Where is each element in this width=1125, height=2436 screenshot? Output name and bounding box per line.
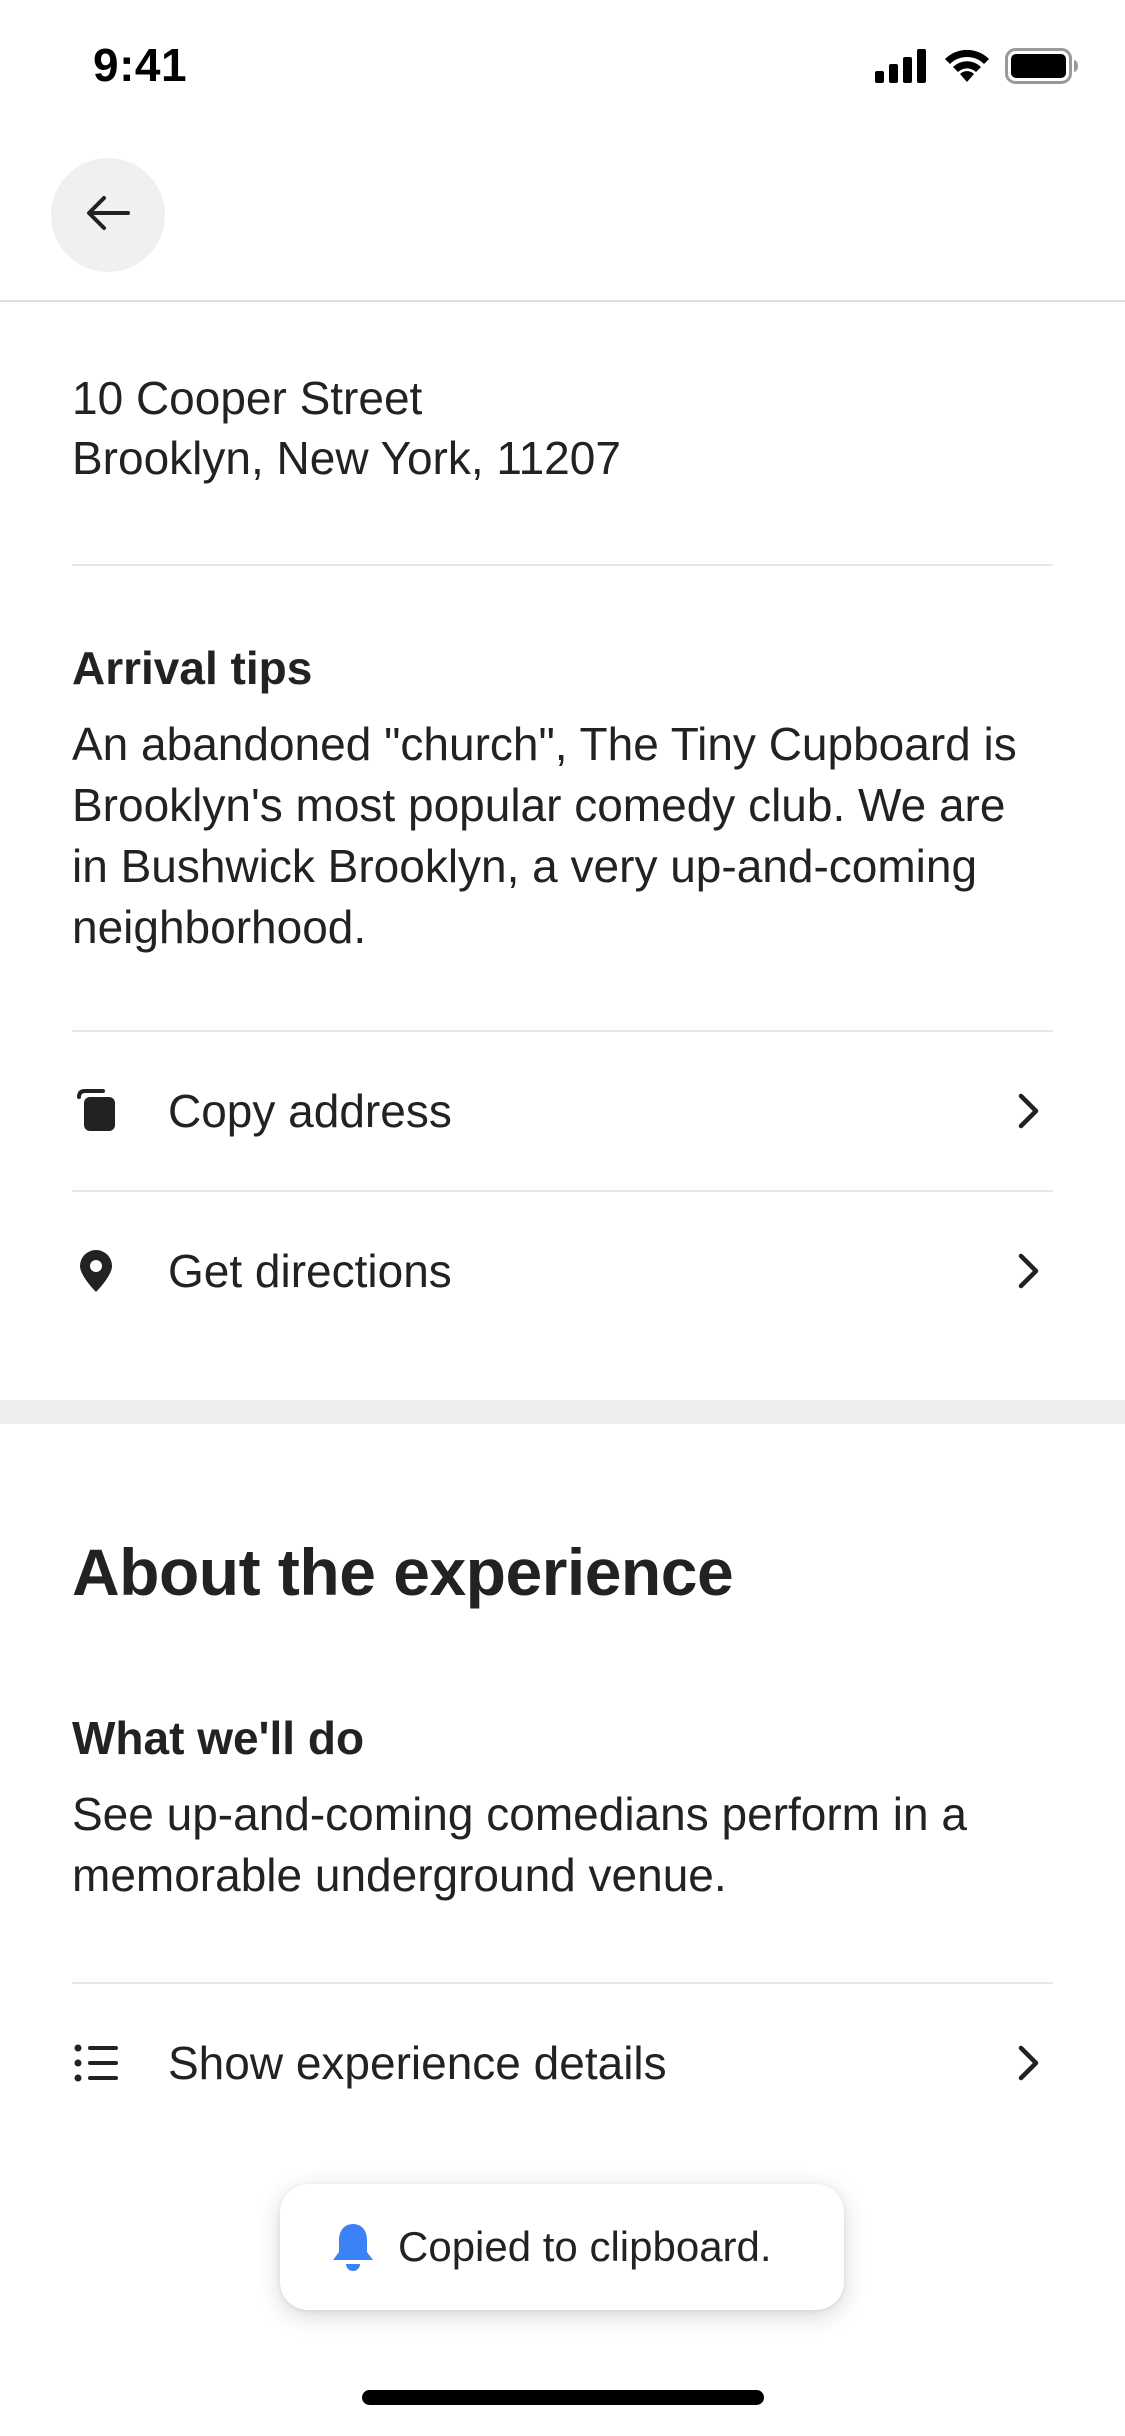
wifi-icon <box>943 48 991 89</box>
what-we-do-block: What we'll do See up-and-coming comedian… <box>72 1612 1053 1984</box>
list-icon <box>74 2041 118 2085</box>
chevron-right-icon <box>1009 2043 1049 2083</box>
map-pin-icon <box>74 1249 118 1293</box>
show-experience-details-label: Show experience details <box>168 2037 667 2089</box>
what-we-do-text: See up-and-coming comedians perform in a… <box>72 1788 967 1901</box>
chevron-right-icon <box>1009 1091 1049 1131</box>
arrow-left-icon <box>86 195 130 236</box>
bell-icon <box>330 2222 376 2272</box>
cellular-signal-icon <box>875 48 929 88</box>
toast-text: Copied to clipboard. <box>398 2223 772 2270</box>
get-directions-row[interactable]: Get directions <box>72 1192 1053 1350</box>
header <box>0 140 1125 302</box>
about-section: About the experience What we'll do See u… <box>72 1424 1053 2142</box>
address-line-2: Brooklyn, New York, 11207 <box>72 432 621 484</box>
copy-address-label: Copy address <box>168 1085 452 1137</box>
address-block: 10 Cooper Street Brooklyn, New York, 112… <box>72 300 1053 566</box>
status-bar: 9:41 <box>0 0 1125 140</box>
arrival-tips-text: An abandoned "church", The Tiny Cupboard… <box>72 718 1017 953</box>
chevron-right-icon <box>1009 1251 1049 1291</box>
home-indicator[interactable] <box>362 2390 764 2405</box>
about-title: About the experience <box>72 1535 734 1609</box>
copy-address-row[interactable]: Copy address <box>72 1032 1053 1192</box>
toast-notification: Copied to clipboard. <box>280 2184 844 2310</box>
main-content: 10 Cooper Street Brooklyn, New York, 112… <box>72 300 1053 1350</box>
arrival-tips-section: Arrival tips An abandoned "church", The … <box>72 566 1053 1032</box>
back-button[interactable] <box>51 158 165 272</box>
copy-icon <box>74 1089 118 1133</box>
status-icons <box>875 47 1079 89</box>
status-time: 9:41 <box>93 39 188 91</box>
section-divider <box>0 1400 1125 1424</box>
show-experience-details-row[interactable]: Show experience details <box>72 1984 1053 2142</box>
what-we-do-title: What we'll do <box>72 1712 365 1764</box>
arrival-tips-title: Arrival tips <box>72 642 313 694</box>
get-directions-label: Get directions <box>168 1245 452 1297</box>
battery-icon <box>1005 47 1079 89</box>
address-line-1: 10 Cooper Street <box>72 372 423 424</box>
